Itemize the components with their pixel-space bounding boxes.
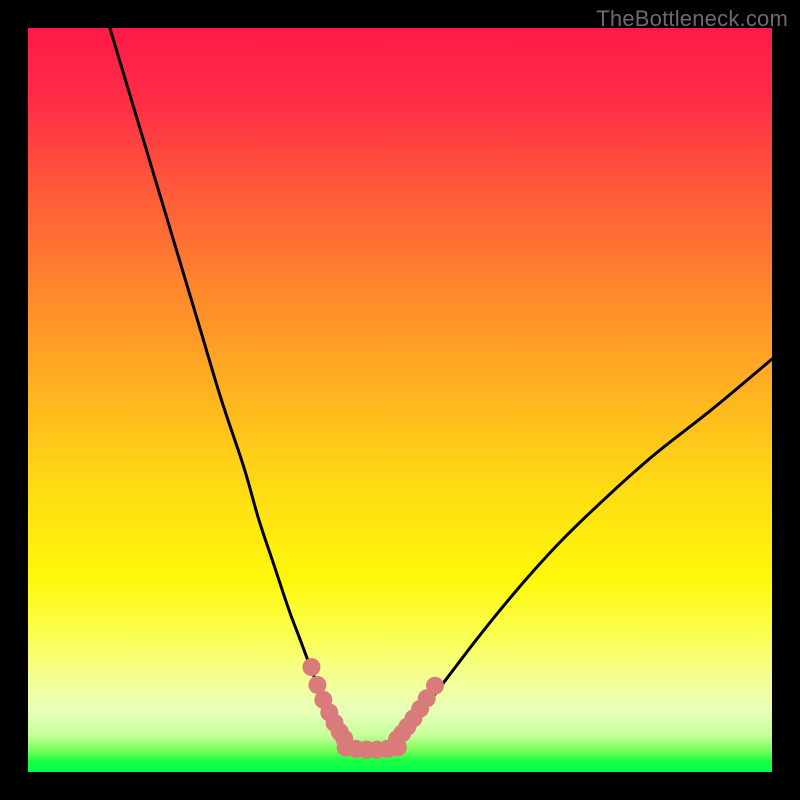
chart-frame: TheBottleneck.com xyxy=(0,0,800,800)
valley-marker xyxy=(426,677,444,695)
valley-marker xyxy=(302,658,320,676)
chart-svg xyxy=(28,28,772,772)
left-curve xyxy=(110,28,344,739)
plot-area xyxy=(28,28,772,772)
right-curve xyxy=(397,359,772,739)
valley-marker xyxy=(389,738,407,756)
watermark-text: TheBottleneck.com xyxy=(596,6,788,32)
